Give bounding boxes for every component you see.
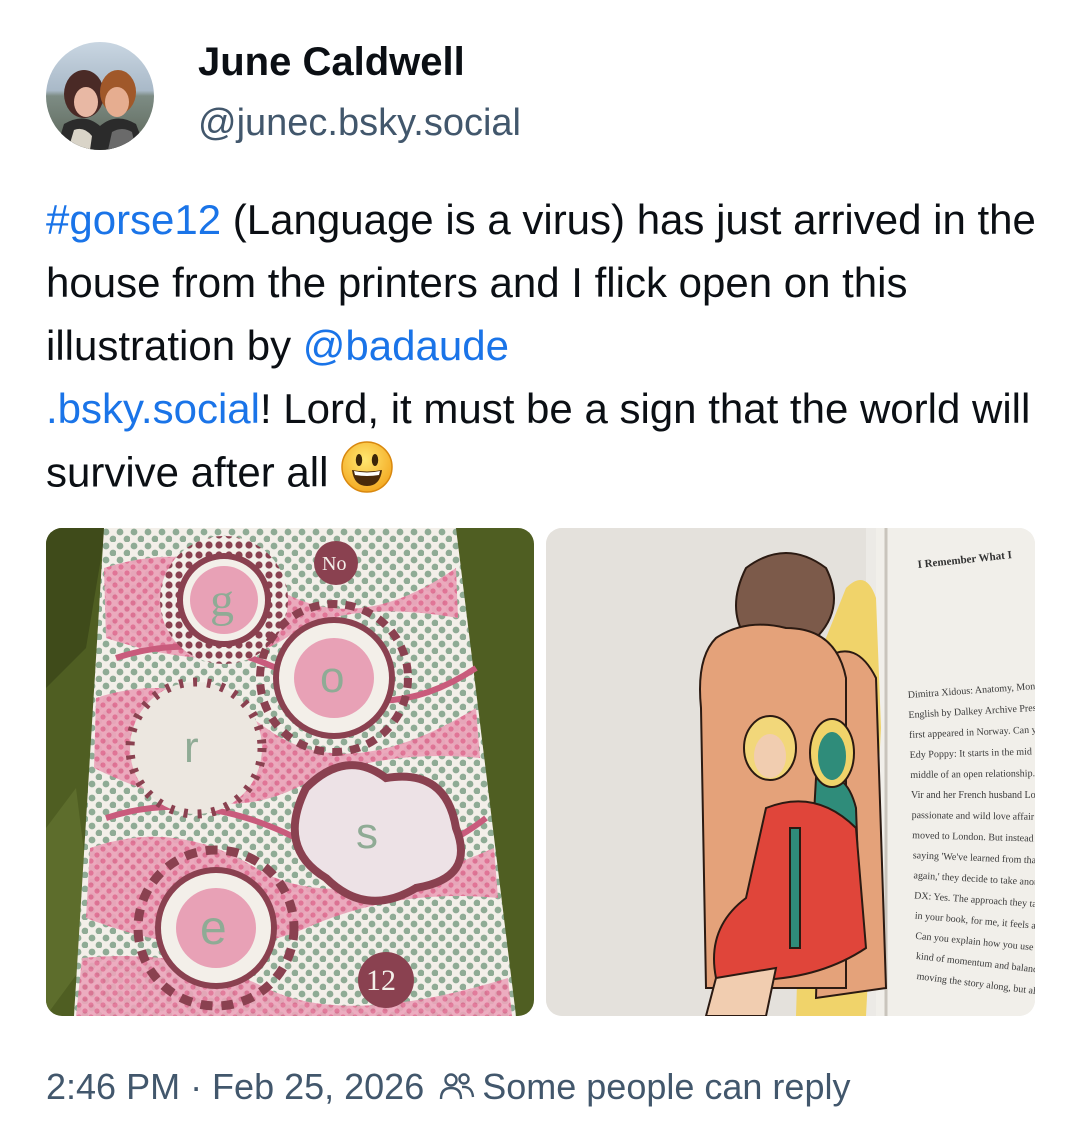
page-text-line: passionate and wild love affair in the S: [912, 810, 1035, 823]
post-timestamp[interactable]: 2:46 PM · Feb 25, 2026: [46, 1066, 424, 1108]
cover-number-label: 12: [366, 964, 396, 997]
page-text-line: Vir and her French husband Lou hav: [911, 790, 1035, 801]
post-meta: 2:46 PM · Feb 25, 2026 Some people can r…: [46, 1066, 850, 1108]
hashtag-link[interactable]: #gorse12: [46, 196, 221, 243]
cover-no-label: No: [322, 553, 346, 575]
grinning-face-emoji: [340, 440, 394, 511]
book-spread-photo: I Remember What I Dimitra Xidous: Anatom…: [546, 528, 1035, 1016]
book-cover-photo: g o r s e No 12: [46, 528, 534, 1016]
post-image-illustration[interactable]: I Remember What I Dimitra Xidous: Anatom…: [546, 528, 1035, 1016]
avatar-photo: [46, 42, 154, 150]
cover-letter-r: r: [184, 723, 199, 772]
cover-letter-e: e: [200, 902, 227, 955]
author-handle[interactable]: @junec.bsky.social: [198, 102, 521, 145]
mention-part-2: .bsky.social: [46, 385, 260, 432]
reply-setting[interactable]: Some people can reply: [438, 1066, 850, 1108]
mention-part-1: @badaude: [302, 322, 509, 369]
cover-letter-s: s: [356, 809, 378, 858]
page-text-line: middle of an open relationship. Th: [910, 768, 1035, 781]
avatar[interactable]: [46, 42, 154, 150]
post-text: #gorse12 (Language is a virus) has just …: [46, 188, 1046, 511]
author-name[interactable]: June Caldwell: [198, 40, 465, 85]
reply-setting-label: Some people can reply: [482, 1066, 851, 1107]
cover-letter-o: o: [320, 653, 344, 702]
people-icon: [440, 1073, 475, 1100]
post-image-book-cover[interactable]: g o r s e No 12: [46, 528, 534, 1016]
cover-letter-g: g: [210, 574, 234, 627]
